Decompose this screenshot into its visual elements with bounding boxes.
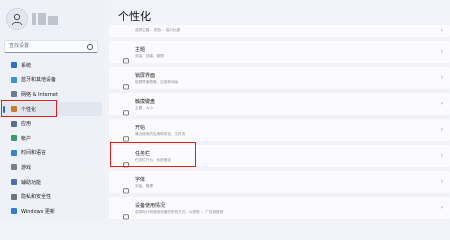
sidebar-item-label: 辅助功能	[21, 179, 42, 186]
chevron-right-icon: ›	[440, 203, 443, 211]
card-title: 设备使用情况	[135, 202, 166, 209]
fonts-icon	[123, 179, 129, 193]
settings-card[interactable]: 锁屏界面 锁屏界面图像、应用和动画 ›	[109, 66, 450, 89]
card-subtitle: 锁屏界面图像、应用和动画	[135, 79, 179, 84]
settings-card[interactable]: 开始 最近使用的应用和项目、文件夹 ›	[109, 118, 450, 141]
card-subtitle: 最近使用的应用和项目、文件夹	[135, 131, 186, 136]
start-menu-icon	[123, 127, 129, 141]
card-subtitle: 选择你计划使用设备的所有方式，以获取 ... 广告和推荐	[135, 209, 224, 214]
settings-sidebar: 查找设置 系统 蓝牙和其他设备 网络 & Internet 个性化 应用 帐户 时间和语言游…	[0, 0, 105, 218]
device-usage-icon	[123, 205, 129, 219]
chevron-right-icon: ›	[440, 73, 443, 81]
page-title: 个性化	[118, 10, 151, 23]
windows-update-icon	[11, 208, 17, 215]
bluetooth-icon	[11, 76, 17, 83]
sidebar-item-label: 游戏	[21, 164, 32, 171]
sidebar-item-label: 时间和语言	[21, 150, 47, 157]
apps-icon	[11, 120, 17, 127]
sidebar-item-label: Windows 更新	[21, 208, 55, 215]
sidebar-item[interactable]: 应用	[2, 116, 102, 131]
search-placeholder: 查找设置	[9, 43, 30, 49]
sidebar-item[interactable]: 游戏	[2, 160, 102, 175]
sidebar-item-label: 系统	[21, 62, 32, 69]
card-subtitle: 选择主题... 颜色... 高对比度	[135, 28, 181, 32]
accounts-icon	[11, 135, 17, 142]
sidebar-item-label: 帐户	[21, 135, 32, 142]
sidebar-item[interactable]: 蓝牙和其他设备	[2, 73, 102, 88]
time-language-icon	[11, 149, 17, 156]
sidebar-item[interactable]: 帐户	[2, 131, 102, 146]
chevron-right-icon: ›	[440, 177, 443, 185]
settings-card[interactable]: 设备使用情况 选择你计划使用设备的所有方式，以获取 ... 广告和推荐 ›	[109, 196, 450, 219]
card-title: 锁屏界面	[135, 72, 156, 79]
chevron-right-icon: ›	[440, 99, 443, 107]
card-title: 开始	[135, 124, 146, 131]
card-subtitle: 安装、管理	[135, 183, 153, 188]
settings-card[interactable]: 触摸键盘 主题、大小 ›	[109, 92, 450, 115]
lock-screen-icon	[123, 75, 129, 89]
touch-keyboard-icon	[123, 101, 129, 115]
chevron-right-icon: ›	[440, 27, 443, 34]
sidebar-item-label: 应用	[21, 121, 32, 128]
highlight-box-taskbar	[110, 142, 196, 167]
card-title: 主题	[135, 46, 146, 53]
chevron-right-icon: ›	[440, 47, 443, 55]
sidebar-item-label: 蓝牙和其他设备	[21, 77, 57, 84]
settings-card[interactable]: 主题 安装、创建、管理 ›	[109, 40, 450, 63]
chevron-right-icon: ›	[440, 125, 443, 133]
user-icon	[11, 13, 23, 26]
gaming-icon	[11, 164, 17, 171]
card-subtitle: 主题、大小	[135, 105, 153, 110]
highlight-box-personalization	[1, 100, 57, 117]
settings-cards: 选择主题... 颜色... 高对比度 › 主题 安装、创建、管理 › 锁屏界面 锁屏界面图像…	[109, 25, 450, 223]
card-subtitle: 安装、创建、管理	[135, 53, 164, 58]
themes-brush-icon	[123, 49, 129, 63]
sidebar-item[interactable]: 系统	[2, 58, 102, 73]
sidebar-item-label: 网络 & Internet	[21, 91, 58, 98]
avatar[interactable]	[6, 8, 28, 30]
chevron-right-icon: ›	[440, 151, 443, 159]
settings-card[interactable]: 字体 安装、管理 ›	[109, 170, 450, 193]
sidebar-item[interactable]: 时间和语言	[2, 146, 102, 161]
sidebar-item[interactable]: Windows 更新	[2, 204, 102, 219]
search-input[interactable]: 查找设置	[4, 40, 98, 53]
sidebar-item[interactable]: 辅助功能	[2, 175, 102, 190]
card-title: 字体	[135, 176, 146, 183]
network-icon	[11, 91, 17, 98]
search-icon[interactable]	[87, 44, 93, 50]
accessibility-icon	[11, 179, 17, 186]
sidebar-item-label: 隐私和安全性	[21, 194, 52, 201]
card-title: 触摸键盘	[135, 98, 156, 105]
system-icon	[11, 62, 17, 69]
sidebar-nav: 系统 蓝牙和其他设备 网络 & Internet 个性化 应用 帐户 时间和语言 游戏 辅助功能…	[2, 58, 102, 219]
sidebar-item[interactable]: 隐私和安全性	[2, 189, 102, 204]
privacy-shield-icon	[11, 193, 17, 200]
settings-card[interactable]: 选择主题... 颜色... 高对比度 ›	[109, 25, 450, 37]
